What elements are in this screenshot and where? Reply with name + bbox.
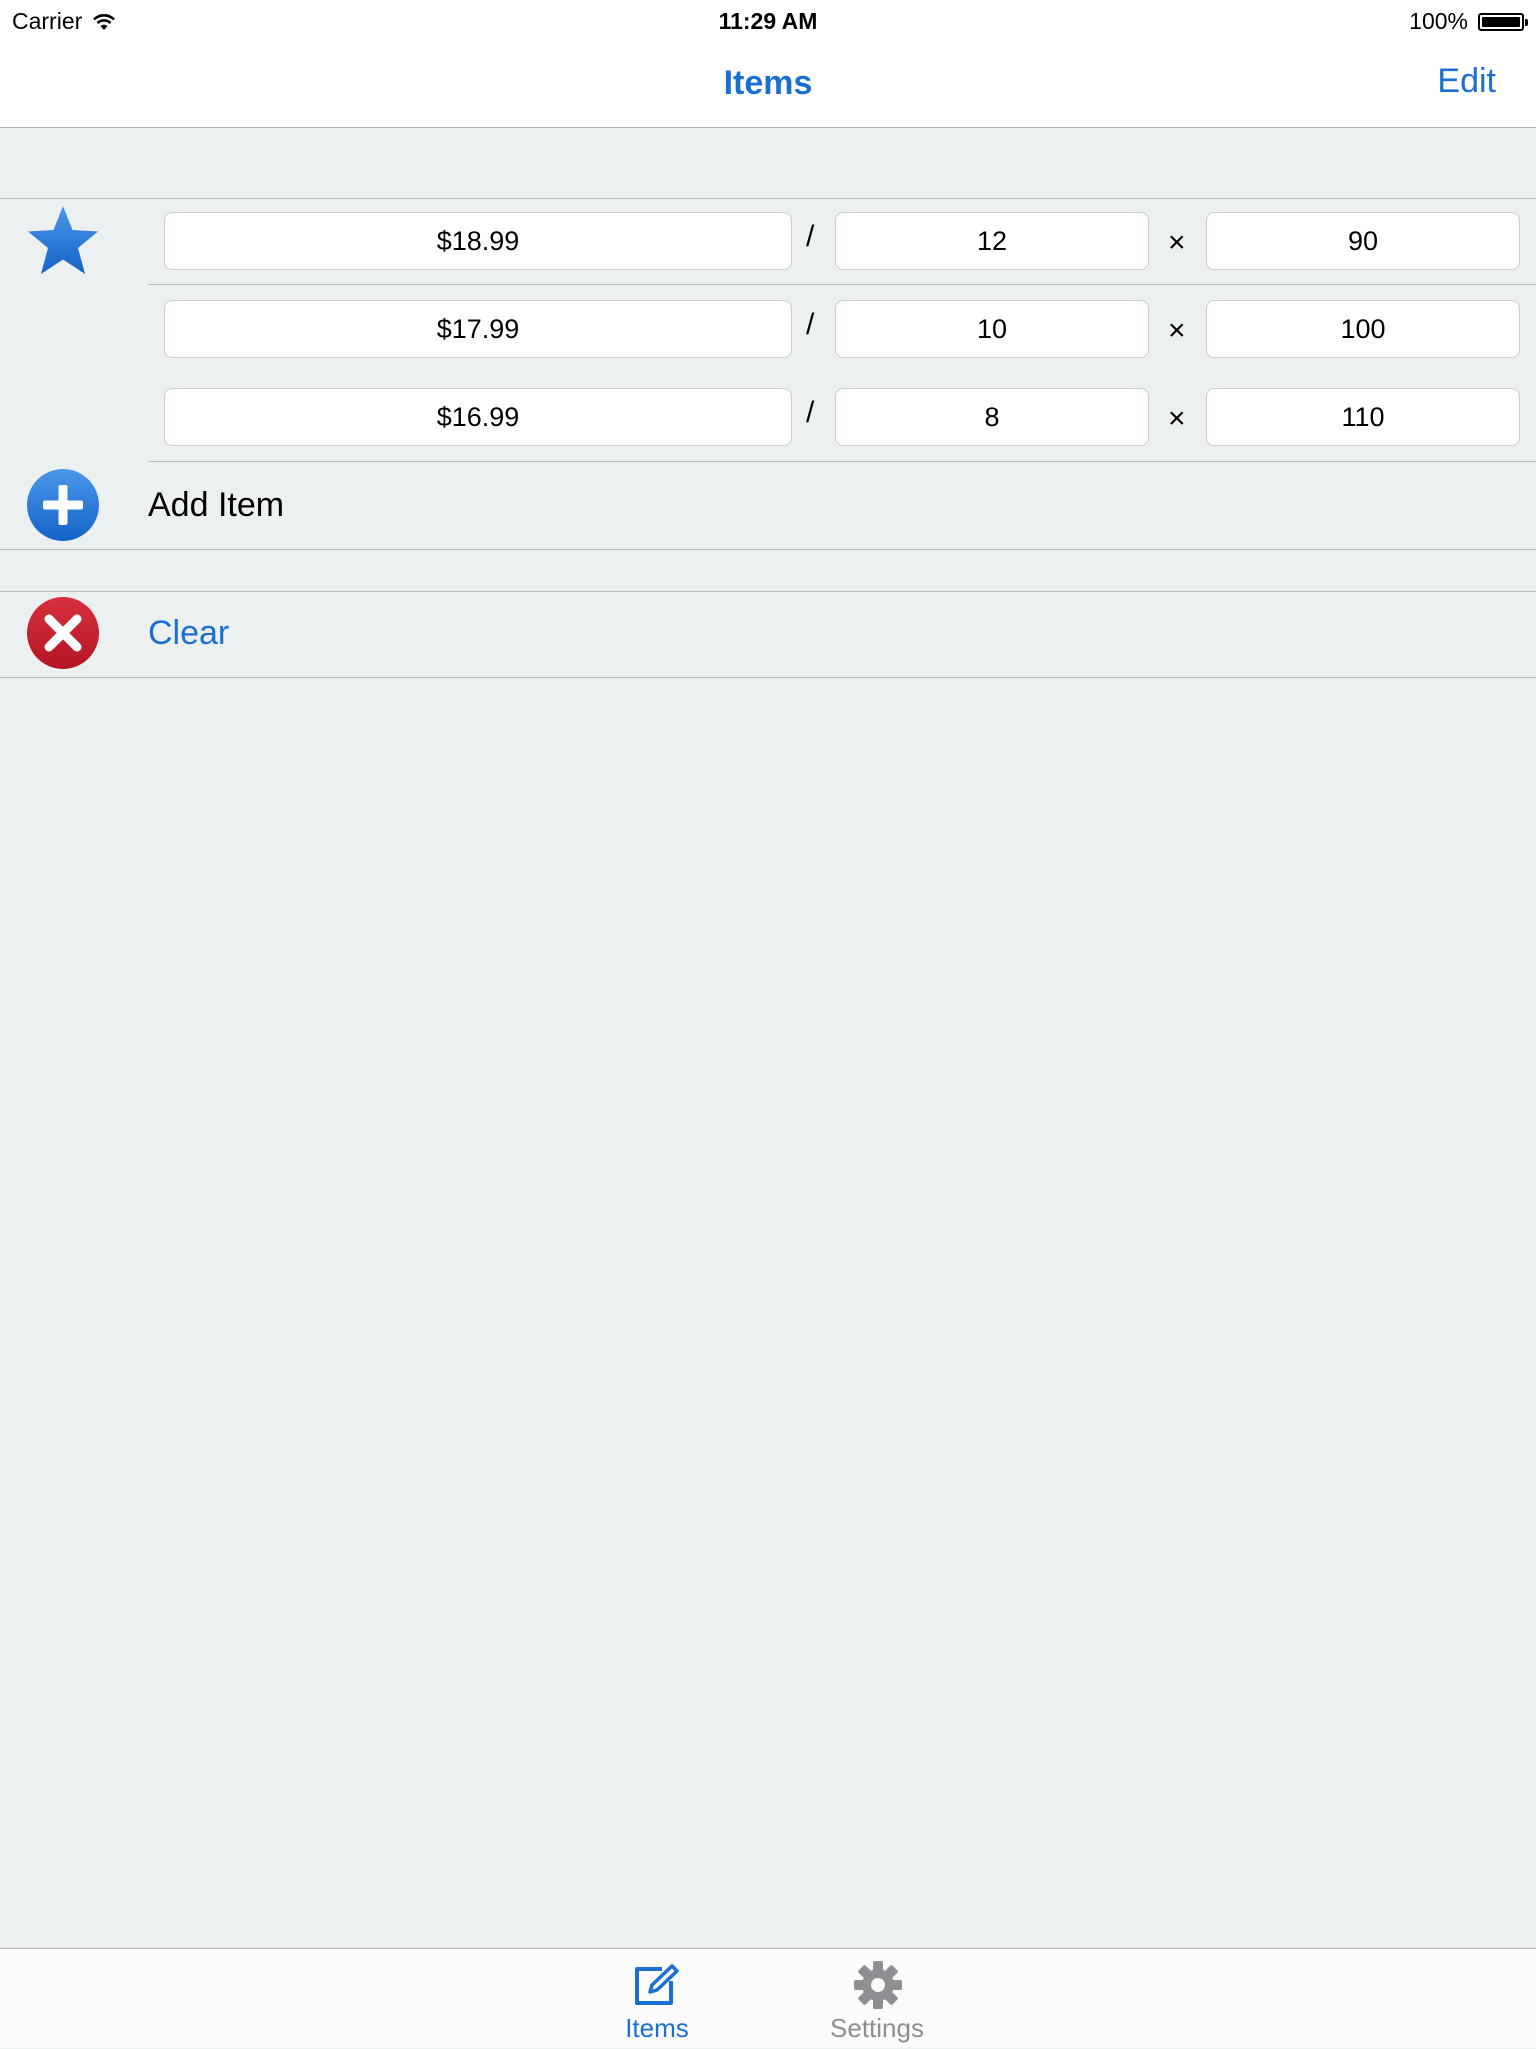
page-title: Items xyxy=(723,64,813,102)
tab-items-label: Items xyxy=(625,2013,689,2043)
row-spacer xyxy=(148,372,1536,373)
section-divider xyxy=(0,677,1536,678)
price-field[interactable]: $18.99 xyxy=(164,212,792,270)
plus-circle-icon[interactable] xyxy=(26,468,100,542)
battery-percent: 100% xyxy=(1409,8,1468,34)
price-field[interactable]: $16.99 xyxy=(164,388,792,446)
battery-icon xyxy=(1478,12,1528,31)
row-divider xyxy=(148,284,1536,285)
add-item-label[interactable]: Add Item xyxy=(148,486,284,525)
quantity-field[interactable]: 12 xyxy=(835,212,1149,270)
star-icon[interactable] xyxy=(26,204,100,278)
row-divider xyxy=(148,461,1536,462)
multiply-separator: × xyxy=(1168,314,1186,347)
size-field[interactable]: 90 xyxy=(1206,212,1520,270)
divide-separator: / xyxy=(806,396,815,429)
multiply-separator: × xyxy=(1168,402,1186,435)
section-divider xyxy=(0,591,1536,592)
gear-icon xyxy=(854,1961,902,2009)
tab-items[interactable]: Items xyxy=(587,1949,727,2049)
x-circle-icon[interactable] xyxy=(26,596,100,670)
quantity-field[interactable]: 10 xyxy=(835,300,1149,358)
clear-button[interactable]: Clear xyxy=(148,614,229,653)
compose-icon xyxy=(635,1964,679,2005)
price-field[interactable]: $17.99 xyxy=(164,300,792,358)
status-bar: Carrier 11:29 AM 100% xyxy=(0,0,1536,40)
size-field[interactable]: 100 xyxy=(1206,300,1520,358)
section-divider xyxy=(0,198,1536,199)
navigation-bar: Items Edit xyxy=(0,40,1536,128)
multiply-separator: × xyxy=(1168,226,1186,259)
battery-indicator: 100% xyxy=(1409,8,1528,35)
section-divider xyxy=(0,549,1536,550)
divide-separator: / xyxy=(806,308,815,341)
tab-settings-label: Settings xyxy=(830,2013,924,2043)
tab-settings[interactable]: Settings xyxy=(807,1949,947,2049)
size-field[interactable]: 110 xyxy=(1206,388,1520,446)
quantity-field[interactable]: 8 xyxy=(835,388,1149,446)
divide-separator: / xyxy=(806,220,815,253)
tab-bar: Items Settings xyxy=(0,1948,1536,2048)
edit-button[interactable]: Edit xyxy=(1437,62,1496,101)
status-time: 11:29 AM xyxy=(718,8,818,34)
